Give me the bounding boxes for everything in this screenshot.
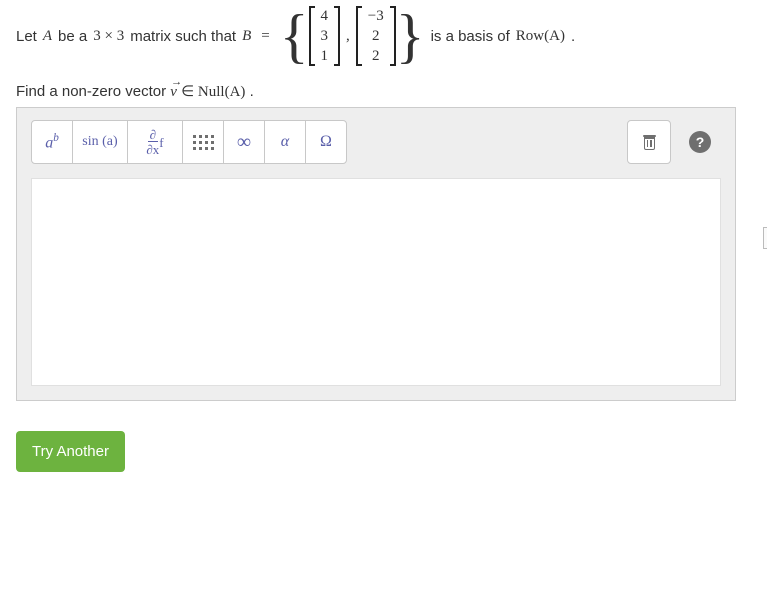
help-button[interactable]: ? [679,120,721,164]
basis-set: { 4 3 1 , −3 2 2 [280,6,425,66]
action-row: Try Another [16,431,751,472]
v2-0: −3 [368,6,384,26]
vector-2: −3 2 2 [356,6,396,66]
matrix-size: 3 × 3 [93,28,124,45]
text: matrix such that [130,28,236,45]
derivative-button[interactable]: ∂ ∂x f [127,120,183,164]
v1-1: 3 [321,26,329,46]
text: . [571,28,575,45]
omega-button[interactable]: Ω [305,120,347,164]
text: Find a non-zero vector [16,83,170,100]
question-container: Let A be a 3 × 3 matrix such that B = { … [0,0,767,488]
v2-1: 2 [368,26,384,46]
brace-left-icon: { [280,6,309,66]
variable-A: A [43,28,52,45]
vector-v: v [170,84,177,100]
text: Let [16,28,37,45]
answer-input[interactable] [31,178,721,386]
infinity-button[interactable]: ∞ [223,120,265,164]
null-space: Null(A) [198,84,246,100]
script-B: B [242,28,251,45]
trig-button[interactable]: sin (a) [72,120,128,164]
try-another-button[interactable]: Try Another [16,431,125,472]
brace-right-icon: } [396,6,425,66]
task-statement: Find a non-zero vector v ∈ Null(A) . [16,82,751,101]
vector-1: 4 3 1 [309,6,341,66]
text: is a basis of [431,28,510,45]
toolbar-group-right: ? [627,120,721,164]
toolbar-group-main: ab sin (a) ∂ ∂x f [31,120,347,164]
trash-icon [643,135,656,150]
keypad-icon [193,135,214,150]
v2-2: 2 [368,46,384,66]
editor-toolbar: ab sin (a) ∂ ∂x f [17,108,735,170]
clear-button[interactable] [627,120,671,164]
v1-2: 1 [321,46,329,66]
keypad-button[interactable] [182,120,224,164]
notepad-icon[interactable] [763,227,767,249]
alpha-button[interactable]: α [264,120,306,164]
comma: , [346,28,350,45]
exponent-button[interactable]: ab [31,120,73,164]
element-of: ∈ [181,84,198,100]
help-icon: ? [689,131,711,153]
v1-0: 4 [321,6,329,26]
text: be a [58,28,87,45]
equation-editor: ab sin (a) ∂ ∂x f [16,107,736,401]
text: . [250,83,254,100]
equals: = [261,28,269,45]
problem-statement: Let A be a 3 × 3 matrix such that B = { … [16,6,751,66]
row-space: Row(A) [516,28,565,45]
